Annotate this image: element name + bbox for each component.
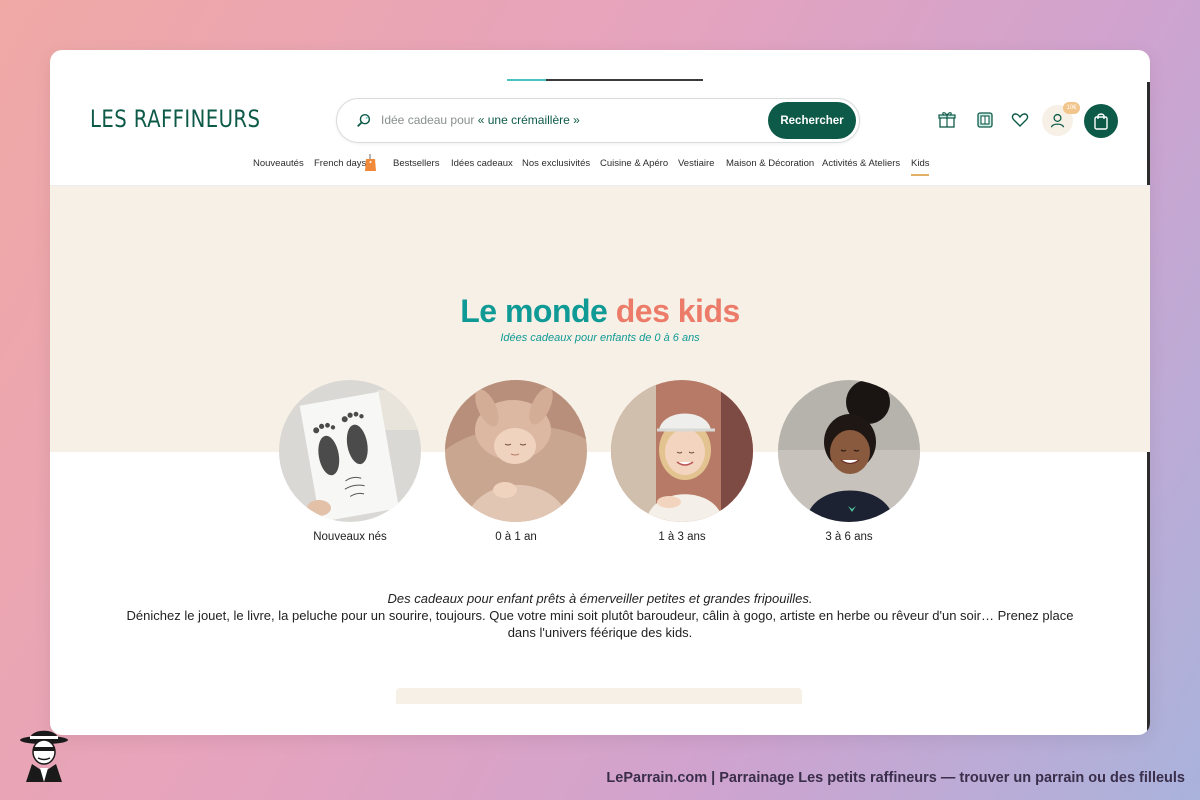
nav-item-bestsellers[interactable]: Bestsellers bbox=[393, 158, 439, 169]
search-placeholder-highlight: « une crémaillère » bbox=[477, 113, 580, 127]
nav-item-kids[interactable]: Kids bbox=[911, 158, 930, 176]
description-lead: Des cadeaux pour enfant prêts à émerveil… bbox=[387, 591, 813, 606]
category-image bbox=[611, 380, 753, 522]
nav-item-maison-decoration[interactable]: Maison & Décoration bbox=[726, 158, 814, 169]
gift-box-icon[interactable] bbox=[937, 110, 957, 130]
category-image bbox=[778, 380, 920, 522]
page-title: Le monde des kids bbox=[50, 293, 1150, 330]
category-1-3-ans[interactable]: 1 à 3 ans bbox=[611, 380, 753, 543]
category-3-6-ans[interactable]: 3 à 6 ans bbox=[778, 380, 920, 543]
nav-item-idees-cadeaux[interactable]: Idées cadeaux bbox=[451, 158, 513, 169]
category-description: Des cadeaux pour enfant prêts à émerveil… bbox=[120, 590, 1080, 641]
leparrain-mascot-logo bbox=[20, 730, 68, 782]
shopping-bag-icon bbox=[1094, 113, 1108, 130]
search-placeholder: Idée cadeau pour bbox=[381, 113, 478, 127]
category-image bbox=[279, 380, 421, 522]
nav-item-nouveautes[interactable]: Nouveautés bbox=[253, 158, 304, 169]
search-bar[interactable]: Idée cadeau pour « une crémaillère » Rec… bbox=[336, 98, 860, 143]
search-button[interactable]: Rechercher bbox=[768, 102, 856, 139]
search-icon bbox=[357, 113, 371, 128]
page-progress-bar bbox=[507, 79, 703, 81]
nav-item-activites-ateliers[interactable]: Activités & Ateliers bbox=[822, 158, 900, 169]
main-navigation: Nouveautés French days Bestsellers Idées… bbox=[50, 158, 1150, 180]
nav-item-cuisine-apero[interactable]: Cuisine & Apéro bbox=[600, 158, 668, 169]
credit-badge: 10€ bbox=[1063, 102, 1080, 114]
title-part-2: des kids bbox=[615, 293, 741, 329]
progress-fill bbox=[507, 79, 547, 81]
promo-tag-icon bbox=[365, 154, 376, 171]
footer-caption: LeParrain.com | Parrainage Les petits ra… bbox=[606, 770, 1185, 786]
nav-item-exclusivites[interactable]: Nos exclusivités bbox=[522, 158, 590, 169]
category-0-1-an[interactable]: 0 à 1 an bbox=[445, 380, 587, 543]
category-label: Nouveaux nés bbox=[313, 531, 387, 543]
girl-with-cap-image bbox=[611, 380, 753, 522]
heart-icon[interactable] bbox=[1010, 110, 1030, 130]
category-nouveaux-nes[interactable]: Nouveaux nés bbox=[279, 380, 421, 543]
page-subtitle: Idées cadeaux pour enfants de 0 à 6 ans bbox=[500, 332, 700, 344]
baby-towel-image bbox=[445, 380, 587, 522]
footprint-card-image bbox=[279, 380, 421, 522]
search-input[interactable]: Idée cadeau pour « une crémaillère » bbox=[381, 113, 580, 127]
category-label: 3 à 6 ans bbox=[825, 531, 873, 543]
gift-card-icon[interactable] bbox=[975, 110, 995, 130]
site-logo[interactable]: LES RAFFINEURS bbox=[90, 105, 260, 133]
nav-item-french-days[interactable]: French days bbox=[314, 158, 366, 169]
child-smiling-image bbox=[778, 380, 920, 522]
description-body: Dénichez le jouet, le livre, la peluche … bbox=[126, 608, 1074, 640]
nav-item-vestiaire[interactable]: Vestiaire bbox=[678, 158, 714, 169]
cart-button[interactable] bbox=[1084, 104, 1118, 138]
category-image bbox=[445, 380, 587, 522]
category-label: 1 à 3 ans bbox=[658, 531, 706, 543]
user-icon bbox=[1050, 113, 1065, 128]
title-part-1: Le monde bbox=[460, 293, 608, 329]
category-label: 0 à 1 an bbox=[495, 531, 537, 543]
content-card-top bbox=[396, 688, 802, 704]
browser-window: LES RAFFINEURS Idée cadeau pour « une cr… bbox=[50, 50, 1150, 735]
